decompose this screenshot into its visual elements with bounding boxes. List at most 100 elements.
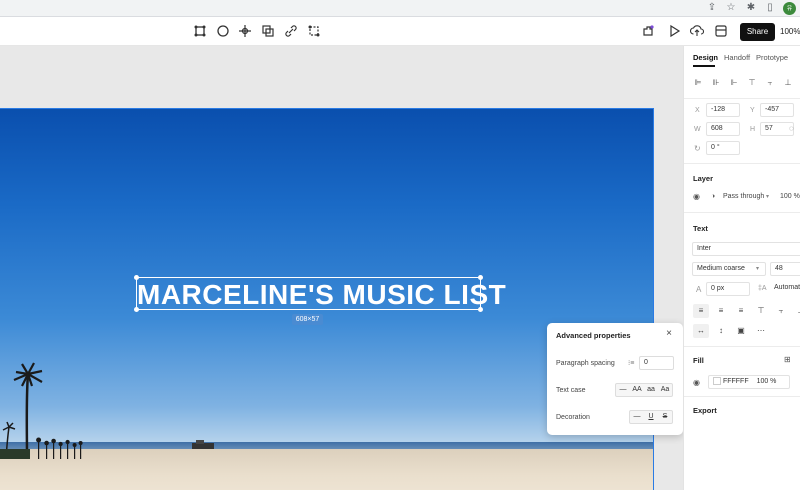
y-input[interactable]: -457 <box>760 103 794 117</box>
share-page-icon[interactable]: ⇪ <box>706 2 718 14</box>
font-weight-select[interactable]: Medium coarse <box>692 262 766 276</box>
text-align-row: ≡ ≡ ≡ ⊤ ⫟ ⊥ <box>693 304 800 318</box>
plugin-icon[interactable] <box>641 24 655 38</box>
divider <box>684 346 800 347</box>
align-top-icon[interactable]: ⊤ <box>747 78 757 88</box>
frame-tool-icon[interactable] <box>193 24 207 38</box>
fixed-size-icon[interactable]: ▣ <box>733 324 749 338</box>
font-family-select[interactable]: Inter <box>692 242 800 256</box>
advanced-properties-popup: Advanced properties × Paragraph spacing … <box>547 323 683 435</box>
music-list-title[interactable]: MARCELINE'S MUSIC LIST <box>137 279 506 311</box>
x-label: X <box>695 107 700 114</box>
align-middle-v-icon[interactable]: ⫟ <box>765 78 775 88</box>
eye-icon[interactable]: ◉ <box>693 378 700 388</box>
share-button[interactable]: Share <box>740 23 775 41</box>
upload-icon[interactable] <box>690 24 704 38</box>
zoom-level[interactable]: 100% <box>780 27 800 36</box>
blend-mode-select[interactable]: Pass through <box>723 193 764 200</box>
layer-opacity[interactable]: 100 % <box>780 193 800 200</box>
fill-section-title: Fill <box>693 356 704 365</box>
resize-handle-bottom-left[interactable] <box>134 307 139 312</box>
decoration-label: Decoration <box>556 414 590 421</box>
fill-swatch[interactable] <box>713 377 721 386</box>
extensions-icon[interactable]: ✱ <box>745 2 757 14</box>
size-badge: 608×57 <box>292 314 323 325</box>
vertical-align-bottom-icon[interactable]: ⊥ <box>793 304 800 318</box>
letter-spacing-input[interactable]: 0 px <box>706 282 750 296</box>
move-tool-icon[interactable] <box>238 24 252 38</box>
close-icon[interactable]: × <box>664 329 674 339</box>
layout-icon[interactable] <box>714 24 728 38</box>
browser-chrome: ⇪ ☆ ✱ ▯ 유 <box>0 0 800 17</box>
vertical-align-top-icon[interactable]: ⊤ <box>753 304 769 318</box>
chevron-down-icon[interactable]: ▾ <box>766 193 769 200</box>
vector-tool-icon[interactable] <box>307 24 321 38</box>
alignment-toolbar: ⊫ ⊪ ⊩ ⊤ ⫟ ⊥ <box>693 78 793 88</box>
auto-width-icon[interactable]: ↔ <box>693 324 709 338</box>
resize-handle-top-right[interactable] <box>478 275 483 280</box>
canvas[interactable]: MARCELINE'S MUSIC LIST 608×57 Advanced p… <box>0 46 683 490</box>
paragraph-spacing-input[interactable]: 0 <box>639 356 674 370</box>
divider <box>684 396 800 397</box>
style-grid-icon[interactable]: ⊞ <box>784 355 791 365</box>
resize-handle-top-left[interactable] <box>134 275 139 280</box>
underline-button[interactable]: U <box>644 411 658 423</box>
resize-handle-bottom-right[interactable] <box>478 307 483 312</box>
blend-mode-icon: ◑ <box>711 193 716 200</box>
letter-spacing-icon: A <box>696 285 702 294</box>
text-case-title-button[interactable]: Aa <box>658 384 672 396</box>
y-label: Y <box>750 107 755 114</box>
line-height-input[interactable]: Automatic <box>770 282 800 296</box>
vertical-align-middle-icon[interactable]: ⫟ <box>773 304 789 318</box>
decoration-toggle: — U S <box>629 410 673 424</box>
star-icon[interactable]: ☆ <box>725 2 737 14</box>
text-case-lower-button[interactable]: aa <box>644 384 658 396</box>
w-label: W <box>694 126 701 133</box>
text-section-title: Text <box>693 224 708 233</box>
properties-panel: Design Handoff Prototype ⊫ ⊪ ⊩ ⊤ ⫟ ⊥ X -… <box>683 46 800 490</box>
fill-color-input[interactable]: FFFFFF 100 % <box>708 375 790 389</box>
text-case-none-button[interactable]: — <box>616 384 630 396</box>
text-case-label: Text case <box>556 387 586 394</box>
advanced-properties-title: Advanced properties <box>556 331 631 340</box>
text-align-right-icon[interactable]: ≡ <box>733 304 749 318</box>
text-align-center-icon[interactable]: ≡ <box>713 304 729 318</box>
decoration-none-button[interactable]: — <box>630 411 644 423</box>
top-toolbar: Share 100% <box>0 17 800 46</box>
text-case-toggle: — AA aa Aa <box>615 383 673 397</box>
rotation-input[interactable]: 0 ° <box>706 141 740 155</box>
eye-icon[interactable]: ◉ <box>693 192 700 202</box>
tab-handoff[interactable]: Handoff <box>724 53 750 62</box>
auto-height-icon[interactable]: ↕ <box>713 324 729 338</box>
w-input[interactable]: 608 <box>706 122 740 136</box>
sidebar-icon[interactable]: ▯ <box>764 2 776 14</box>
chevron-down-icon[interactable]: ▾ <box>756 265 759 272</box>
play-icon[interactable] <box>667 24 681 38</box>
tab-design[interactable]: Design <box>693 53 718 62</box>
align-left-icon[interactable]: ⊫ <box>693 78 703 88</box>
rotation-icon: ↻ <box>694 144 701 153</box>
text-case-upper-button[interactable]: AA <box>630 384 644 396</box>
align-right-icon[interactable]: ⊩ <box>729 78 739 88</box>
fill-opacity-value[interactable]: 100 % <box>757 378 777 385</box>
component-tool-icon[interactable] <box>261 24 275 38</box>
ellipse-tool-icon[interactable] <box>216 24 230 38</box>
text-sizing-row: ↔ ↕ ▣ ⋯ <box>693 324 769 338</box>
more-options-icon[interactable]: ⋯ <box>753 324 769 338</box>
title-text-layer[interactable]: MARCELINE'S MUSIC LIST <box>134 275 506 312</box>
text-align-left-icon[interactable]: ≡ <box>693 304 709 318</box>
tab-prototype[interactable]: Prototype <box>756 53 788 62</box>
link-tool-icon[interactable] <box>284 24 298 38</box>
strikethrough-button[interactable]: S <box>658 411 672 423</box>
paragraph-spacing-icon: ⁝≡ <box>628 360 635 367</box>
avatar[interactable]: 유 <box>783 2 796 15</box>
fill-hex-value[interactable]: FFFFFF <box>723 378 749 385</box>
divider <box>684 163 800 164</box>
constrain-proportions-icon[interactable]: ◌ <box>789 124 794 134</box>
x-input[interactable]: -128 <box>706 103 740 117</box>
active-tab-indicator <box>693 65 715 67</box>
align-center-h-icon[interactable]: ⊪ <box>711 78 721 88</box>
font-size-input[interactable]: 48 <box>770 262 800 276</box>
align-bottom-icon[interactable]: ⊥ <box>783 78 793 88</box>
divider <box>684 212 800 213</box>
